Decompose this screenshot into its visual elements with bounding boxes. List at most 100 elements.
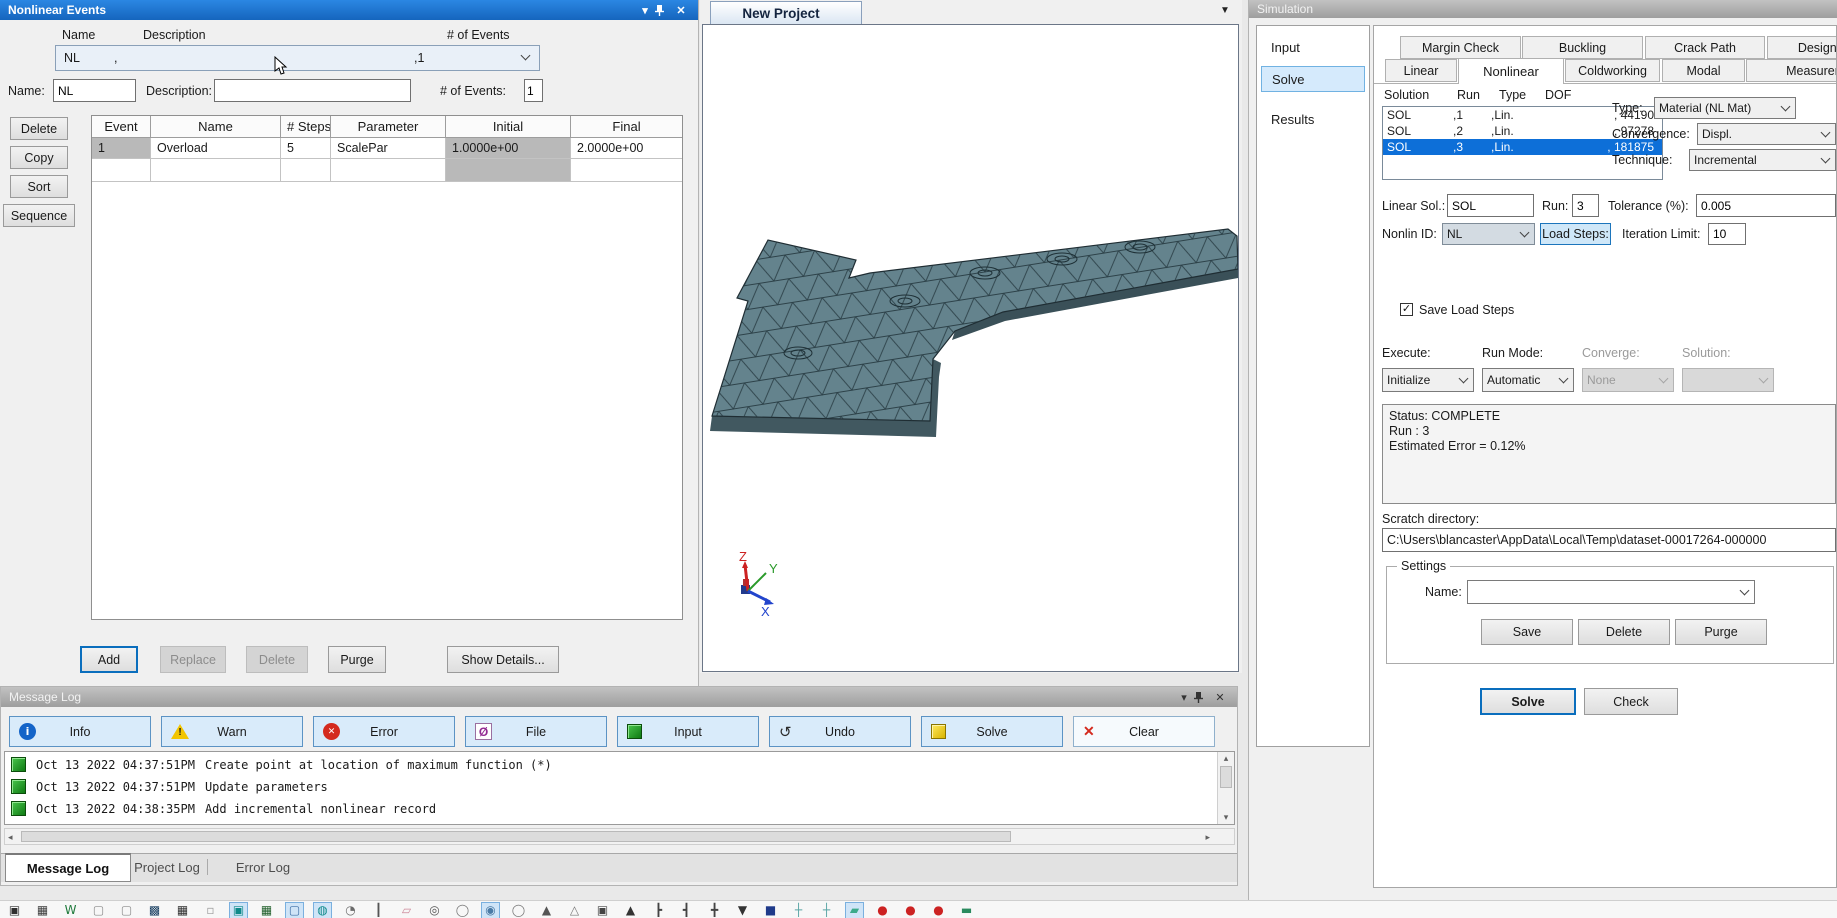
vertical-scrollbar[interactable]: ▴ ▾	[1217, 752, 1234, 824]
tab-margin-check[interactable]: Margin Check	[1400, 36, 1521, 59]
column-header[interactable]: Parameter	[331, 116, 446, 138]
scroll-up-icon[interactable]: ▴	[1218, 753, 1234, 764]
settings-purge-button[interactable]: Purge	[1675, 619, 1767, 645]
settings-name-dropdown[interactable]	[1467, 580, 1755, 604]
tab-buckling[interactable]: Buckling	[1522, 36, 1643, 59]
nav-item-results[interactable]: Results	[1261, 106, 1365, 132]
scrollbar-thumb[interactable]	[21, 831, 1011, 842]
scroll-right-icon[interactable]: ▸	[1205, 832, 1210, 843]
tab-coldworking[interactable]: Coldworking	[1565, 59, 1660, 82]
taskbar-icon[interactable]: ▣	[594, 903, 611, 918]
tab-linear[interactable]: Linear	[1385, 59, 1457, 82]
taskbar-icon[interactable]: ●	[874, 903, 891, 918]
panel-menu-icon[interactable]: ▾	[636, 4, 654, 17]
scrollbar-thumb[interactable]	[1220, 766, 1232, 788]
tab-list-caret-icon[interactable]: ▼	[1220, 5, 1230, 16]
pin-icon[interactable]	[654, 4, 672, 17]
filter-undo-button[interactable]: ↺ Undo	[769, 716, 911, 747]
nav-item-input[interactable]: Input	[1261, 34, 1365, 60]
taskbar-icon[interactable]: ┼	[790, 903, 807, 918]
taskbar-icon[interactable]: ●	[902, 903, 919, 918]
execute-dropdown[interactable]: Initialize	[1382, 368, 1474, 392]
filter-solve-button[interactable]: Solve	[921, 716, 1063, 747]
tab-error-log[interactable]: Error Log	[211, 854, 315, 880]
log-entries-area[interactable]: Oct 13 2022 04:37:51PM Create point at l…	[4, 751, 1235, 825]
solution-dropdown[interactable]	[1682, 368, 1774, 392]
taskbar-icon[interactable]: ┼	[818, 903, 835, 918]
check-button[interactable]: Check	[1584, 688, 1678, 715]
converge-dropdown[interactable]: None	[1582, 368, 1674, 392]
settings-delete-button[interactable]: Delete	[1578, 619, 1670, 645]
sequence-button[interactable]: Sequence	[3, 204, 75, 227]
taskbar-icon[interactable]: ┣	[650, 903, 667, 918]
taskbar-icon[interactable]: ◎	[426, 903, 443, 918]
delete-button[interactable]: Delete	[246, 646, 308, 673]
taskbar-icon[interactable]: ▱	[398, 903, 415, 918]
taskbar-icon[interactable]: ▢	[286, 903, 303, 918]
delete-event-button[interactable]: Delete	[10, 117, 68, 140]
taskbar-icon[interactable]: ◯	[454, 903, 471, 918]
taskbar-icon[interactable]: ▬	[958, 903, 975, 918]
taskbar-icon[interactable]: ▲	[538, 903, 555, 918]
taskbar-icon[interactable]: ▰	[846, 903, 863, 918]
tab-measurement[interactable]: Measurer	[1746, 59, 1837, 82]
tab-nonlinear[interactable]: Nonlinear	[1458, 58, 1564, 84]
tolerance-input[interactable]	[1696, 194, 1836, 217]
column-header[interactable]: Final	[571, 116, 682, 138]
iteration-limit-input[interactable]	[1708, 223, 1746, 245]
tab-new-project[interactable]: New Project	[710, 1, 862, 25]
scratch-directory-path[interactable]: C:\Users\blancaster\AppData\Local\Temp\d…	[1382, 528, 1836, 552]
name-cell[interactable]: Overload	[151, 138, 281, 159]
initial-cell[interactable]	[446, 159, 571, 182]
filter-file-button[interactable]: Ø File	[465, 716, 607, 747]
filter-error-button[interactable]: ✕ Error	[313, 716, 455, 747]
filter-info-button[interactable]: i Info	[9, 716, 151, 747]
initial-cell[interactable]: 1.0000e+00	[446, 138, 571, 159]
tab-design-study[interactable]: Design Str	[1767, 36, 1837, 59]
taskbar-icon[interactable]: ▩	[146, 903, 163, 918]
taskbar-icon[interactable]: ▦	[258, 903, 275, 918]
save-load-steps-checkbox[interactable]: ✓	[1400, 303, 1413, 316]
nonlin-id-dropdown[interactable]: NL	[1442, 223, 1535, 245]
filter-warn-button[interactable]: ! Warn	[161, 716, 303, 747]
column-header[interactable]: Initial	[446, 116, 571, 138]
column-header[interactable]: Event	[92, 116, 151, 138]
event-set-combobox[interactable]: NL , ,1	[55, 45, 540, 71]
close-icon[interactable]: ✕	[1211, 691, 1229, 704]
description-input[interactable]	[214, 79, 411, 102]
final-cell[interactable]	[571, 159, 682, 182]
taskbar-icon[interactable]: △	[566, 903, 583, 918]
run-mode-dropdown[interactable]: Automatic	[1482, 368, 1574, 392]
taskbar-icon[interactable]: ◔	[342, 903, 359, 918]
name-cell[interactable]	[151, 159, 281, 182]
taskbar-icon[interactable]: ◉	[482, 903, 499, 918]
log-entry[interactable]: Oct 13 2022 04:37:51PM Update parameters	[11, 779, 328, 794]
scroll-down-icon[interactable]: ▾	[1218, 812, 1234, 823]
taskbar-icon[interactable]: ┫	[678, 903, 695, 918]
events-count-input[interactable]	[524, 79, 543, 102]
taskbar-icon[interactable]: ■	[762, 903, 779, 918]
taskbar-icon[interactable]: ▣	[230, 903, 247, 918]
parameter-cell[interactable]	[331, 159, 446, 182]
filter-input-button[interactable]: Input	[617, 716, 759, 747]
taskbar-icon[interactable]: ▢	[90, 903, 107, 918]
model-canvas[interactable]: Z Y X	[702, 24, 1239, 672]
solve-button[interactable]: Solve	[1480, 688, 1576, 715]
copy-event-button[interactable]: Copy	[10, 146, 68, 169]
scroll-left-icon[interactable]: ◂	[8, 832, 13, 843]
taskbar-icon[interactable]: W	[62, 903, 79, 918]
tab-crack-path[interactable]: Crack Path	[1645, 36, 1765, 59]
table-row-empty[interactable]	[92, 159, 682, 182]
log-entry[interactable]: Oct 13 2022 04:38:35PM Add incremental n…	[11, 801, 436, 816]
horizontal-scrollbar[interactable]: ◂ ▸	[4, 828, 1235, 845]
type-dropdown[interactable]: Material (NL Mat)	[1654, 97, 1796, 119]
column-header[interactable]: # Steps	[281, 116, 331, 138]
parameter-cell[interactable]: ScalePar	[331, 138, 446, 159]
steps-cell[interactable]: 5	[281, 138, 331, 159]
clear-log-button[interactable]: ✕ Clear	[1073, 716, 1215, 747]
taskbar-icon[interactable]: ◯	[510, 903, 527, 918]
taskbar-icon[interactable]: ▦	[34, 903, 51, 918]
event-cell[interactable]	[92, 159, 151, 182]
technique-dropdown[interactable]: Incremental	[1689, 149, 1836, 171]
taskbar-icon[interactable]: ▫	[202, 903, 219, 918]
